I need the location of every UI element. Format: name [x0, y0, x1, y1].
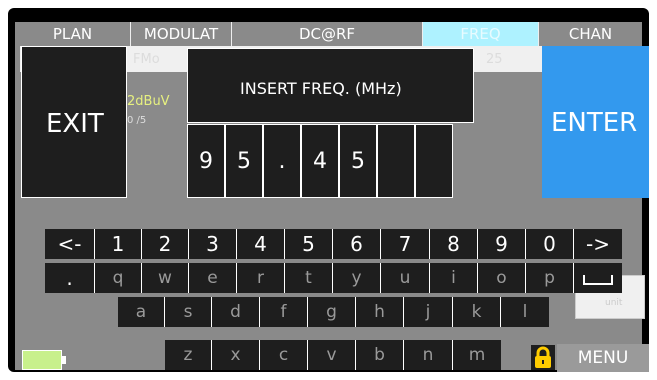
space-icon [583, 274, 613, 285]
key-c[interactable]: c [260, 340, 308, 370]
key-backspace[interactable]: <- [45, 229, 95, 259]
background-scale-text: 0 /5 [127, 115, 147, 126]
background-level-text: 2dBuV [127, 94, 170, 109]
digit-slot: . [263, 124, 301, 198]
digit-slot: 5 [339, 124, 377, 198]
tab-chan[interactable]: CHAN [539, 22, 642, 46]
digit-slot: 5 [225, 124, 263, 198]
background-fm-text: FMo [133, 52, 160, 67]
digit-slot: 9 [187, 124, 225, 198]
key-8[interactable]: 8 [430, 229, 478, 259]
exit-button[interactable]: EXIT [21, 46, 127, 198]
key-t[interactable]: t [285, 263, 333, 293]
key-w[interactable]: w [142, 263, 189, 293]
menu-button[interactable]: MENU [557, 344, 649, 372]
background-unit-text: unit [605, 298, 623, 308]
key-cursor-right[interactable]: -> [574, 229, 622, 259]
key-z[interactable]: z [165, 340, 212, 370]
frequency-prompt: INSERT FREQ. (MHz) [187, 48, 474, 123]
key-1[interactable]: 1 [95, 229, 142, 259]
tab-plan[interactable]: PLAN [15, 22, 131, 46]
key-q[interactable]: q [95, 263, 142, 293]
key-e[interactable]: e [189, 263, 237, 293]
digit-slot [377, 124, 415, 198]
enter-label: ENTER [551, 108, 638, 138]
prompt-label: INSERT FREQ. (MHz) [240, 79, 402, 98]
tab-freq[interactable]: FREQ [423, 22, 539, 46]
key-o[interactable]: o [478, 263, 526, 293]
key-j[interactable]: j [404, 297, 453, 327]
key-b[interactable]: b [356, 340, 404, 370]
digit-slot [415, 124, 453, 198]
key-h[interactable]: h [356, 297, 404, 327]
key-x[interactable]: x [212, 340, 260, 370]
key-m[interactable]: m [453, 340, 501, 370]
key-0[interactable]: 0 [526, 229, 574, 259]
enter-button[interactable]: ENTER [542, 46, 649, 198]
key-v[interactable]: v [308, 340, 356, 370]
key-g[interactable]: g [308, 297, 356, 327]
key-7[interactable]: 7 [381, 229, 430, 259]
key-f[interactable]: f [260, 297, 308, 327]
key-r[interactable]: r [237, 263, 285, 293]
key-2[interactable]: 2 [142, 229, 189, 259]
tab-bar: PLAN MODULAT DC@RF FREQ CHAN [15, 22, 642, 46]
key-6[interactable]: 6 [333, 229, 381, 259]
lock-glyph [535, 346, 551, 368]
key-dot[interactable]: . [45, 263, 95, 293]
key-d[interactable]: d [212, 297, 260, 327]
key-n[interactable]: n [404, 340, 453, 370]
key-s[interactable]: s [165, 297, 212, 327]
tab-dc-rf[interactable]: DC@RF [232, 22, 423, 46]
exit-label: EXIT [46, 109, 104, 139]
key-4[interactable]: 4 [237, 229, 285, 259]
lock-icon[interactable] [531, 345, 555, 370]
key-a[interactable]: a [118, 297, 165, 327]
key-k[interactable]: k [453, 297, 501, 327]
digit-slot: 4 [301, 124, 339, 198]
background-freq-fragment: 25 [486, 52, 503, 67]
frequency-digits: 9 5 . 4 5 [187, 124, 453, 198]
key-3[interactable]: 3 [189, 229, 237, 259]
battery-icon [22, 350, 62, 370]
tab-modulat[interactable]: MODULAT [131, 22, 232, 46]
key-u[interactable]: u [381, 263, 430, 293]
key-space[interactable] [574, 263, 622, 293]
key-5[interactable]: 5 [285, 229, 333, 259]
key-p[interactable]: p [526, 263, 574, 293]
key-9[interactable]: 9 [478, 229, 526, 259]
key-y[interactable]: y [333, 263, 381, 293]
battery-tip [62, 356, 66, 364]
key-l[interactable]: l [501, 297, 549, 327]
key-i[interactable]: i [430, 263, 478, 293]
